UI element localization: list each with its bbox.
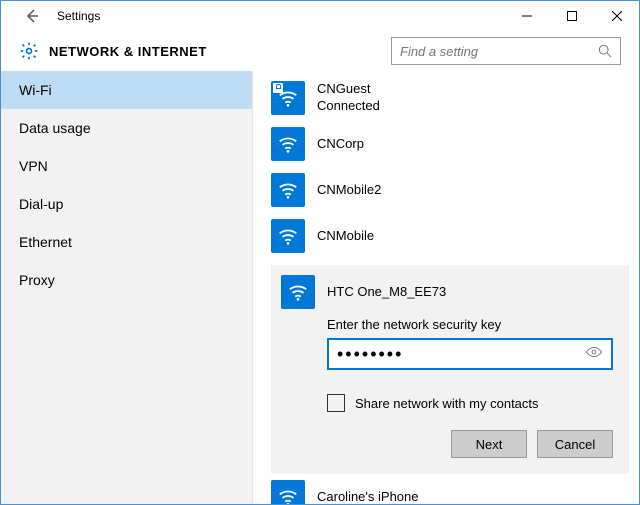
network-item[interactable]: CNGuestConnected [271,75,639,121]
password-field-wrap [327,338,613,370]
network-connect-panel: HTC One_M8_EE73 Enter the network securi… [271,265,629,474]
wifi-icon [281,275,315,309]
titlebar: Settings [1,1,639,31]
sidebar-item-ethernet[interactable]: Ethernet [1,223,252,261]
network-item[interactable]: Caroline's iPhone [271,474,639,504]
password-input[interactable] [337,344,585,365]
network-label: CNGuestConnected [317,81,380,115]
network-label: HTC One_M8_EE73 [327,284,446,301]
sidebar-item-data-usage[interactable]: Data usage [1,109,252,147]
sidebar: Wi-Fi Data usage VPN Dial-up Ethernet Pr… [1,71,253,504]
gear-icon [19,41,39,61]
wifi-secured-icon [271,81,305,115]
main-panel: CNGuestConnected CNCorp CNMobile2 CNMobi… [253,71,639,504]
network-item[interactable]: CNMobile2 [271,167,639,213]
next-button[interactable]: Next [451,430,527,458]
share-row: Share network with my contacts [327,394,613,412]
sidebar-item-wifi[interactable]: Wi-Fi [1,71,252,109]
cancel-button[interactable]: Cancel [537,430,613,458]
sidebar-item-proxy[interactable]: Proxy [1,261,252,299]
network-item[interactable]: CNCorp [271,121,639,167]
network-item[interactable]: CNMobile [271,213,639,259]
header: NETWORK & INTERNET [1,31,639,71]
search-input[interactable] [400,44,598,59]
back-button[interactable] [17,1,47,31]
window-controls [504,1,639,31]
network-label: CNCorp [317,136,364,153]
maximize-button[interactable] [549,1,594,31]
password-prompt: Enter the network security key [327,317,613,332]
network-item-selected[interactable]: HTC One_M8_EE73 [281,275,613,309]
network-label: CNMobile [317,228,374,245]
search-box[interactable] [391,37,621,65]
network-label: CNMobile2 [317,182,381,199]
close-button[interactable] [594,1,639,31]
share-checkbox[interactable] [327,394,345,412]
sidebar-item-dialup[interactable]: Dial-up [1,185,252,223]
wifi-icon [271,219,305,253]
wifi-icon [271,127,305,161]
wifi-icon [271,173,305,207]
wifi-icon [271,480,305,504]
minimize-button[interactable] [504,1,549,31]
share-label: Share network with my contacts [355,396,539,411]
page-title: NETWORK & INTERNET [49,44,207,59]
search-icon [598,44,612,58]
network-label: Caroline's iPhone [317,489,419,504]
sidebar-item-vpn[interactable]: VPN [1,147,252,185]
reveal-password-icon[interactable] [585,343,603,366]
window-title: Settings [57,9,100,23]
